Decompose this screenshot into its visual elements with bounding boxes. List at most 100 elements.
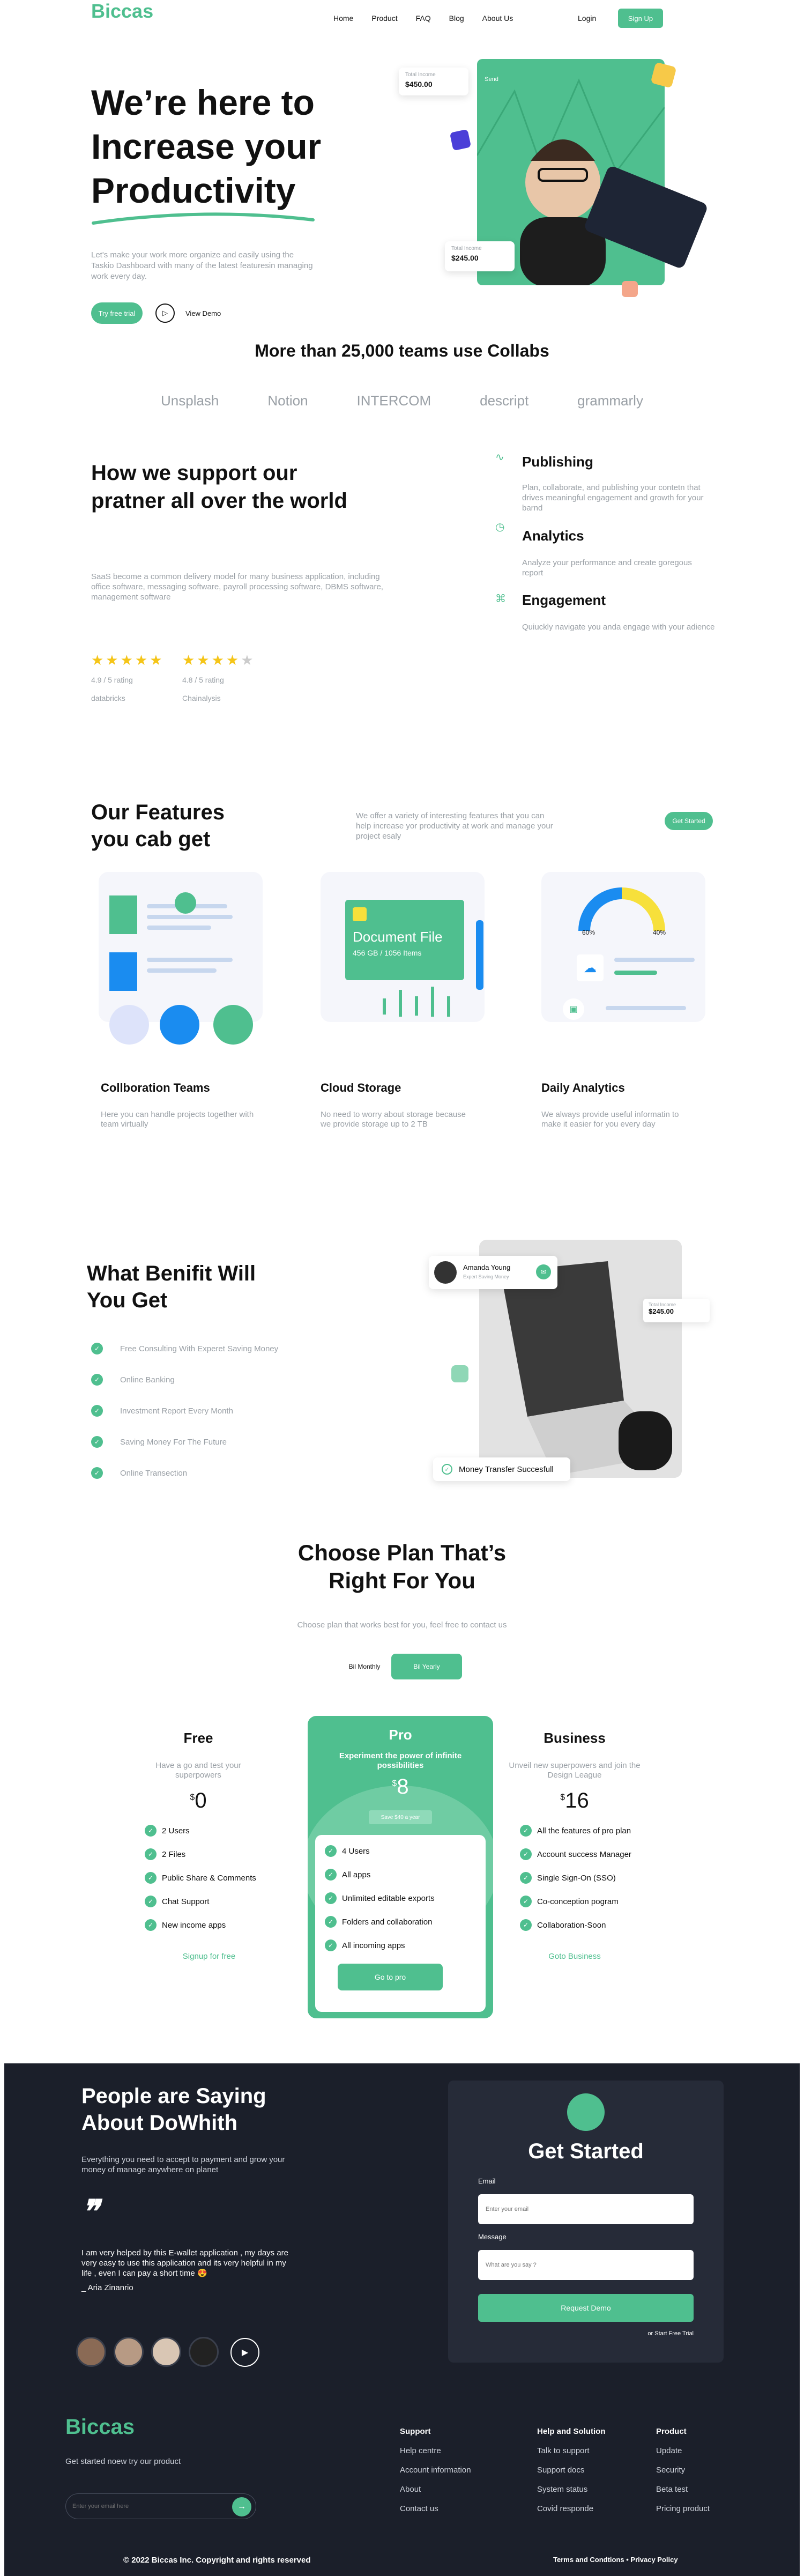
free-trial-link[interactable]: or Start Free Trial [609, 2330, 694, 2337]
nav-about[interactable]: About Us [482, 14, 513, 23]
user-subtitle: Expert Saving Money [463, 1274, 509, 1279]
check-icon: ✓ [145, 1896, 157, 1907]
rating-stars-1: ★★★★★ [91, 652, 165, 668]
quote-icon: ❞ [81, 2194, 99, 2230]
arrow-right-icon[interactable]: → [232, 2497, 251, 2516]
get-started-button[interactable]: Get Started [665, 812, 713, 830]
user-card: Amanda Young Expert Saving Money ✉ [429, 1256, 557, 1289]
pro-plan-card: Pro Experiment the power of infinite pos… [308, 1716, 493, 2018]
teams-title: More than 25,000 teams use Collabs [255, 341, 549, 360]
login-link[interactable]: Login [578, 14, 596, 23]
check-icon: ✓ [145, 1872, 157, 1884]
footer-email-input[interactable] [72, 2499, 212, 2513]
check-icon: ✓ [91, 1374, 103, 1386]
check-icon: ✓ [520, 1896, 532, 1907]
check-icon: ✓ [325, 1845, 337, 1857]
publishing-desc: Plan, collaborate, and publishing your c… [522, 483, 704, 513]
footer-link[interactable]: Account information [400, 2466, 471, 2485]
free-plan-features: ✓ 2 Users ✓ 2 Files ✓ Public Share & Commen… [145, 1819, 256, 1937]
email-input[interactable] [478, 2194, 694, 2224]
pro-plan-price: $8 [392, 1775, 409, 1798]
email-label: Email [478, 2177, 496, 2185]
gift-icon [622, 281, 638, 297]
toggle-monthly[interactable]: Bil Monthly [338, 1654, 391, 1679]
publishing-icon: ∿ [495, 451, 504, 463]
footer-link[interactable]: About [400, 2485, 471, 2504]
nav-product[interactable]: Product [371, 14, 397, 23]
pct-right: 40% [653, 929, 666, 936]
feature-card-storage: Document File 456 GB / 1056 Items [321, 872, 485, 1022]
nav-faq[interactable]: FAQ [416, 14, 431, 23]
footer-link[interactable]: Beta test [656, 2485, 710, 2504]
feature-3-title: Daily Analytics [541, 1081, 625, 1094]
feature-2-title: Cloud Storage [321, 1081, 401, 1094]
footer-link[interactable]: Covid responde [537, 2504, 606, 2523]
feature-card-collab [99, 872, 263, 1022]
play-icon[interactable]: ▷ [155, 304, 175, 323]
nav-blog[interactable]: Blog [449, 14, 464, 23]
check-icon: ✓ [325, 1869, 337, 1881]
benefit-item: ✓ Investment Report Every Month [91, 1395, 278, 1426]
check-icon: ✓ [325, 1892, 337, 1904]
view-demo-link[interactable]: View Demo [185, 309, 221, 317]
go-to-pro-button[interactable]: Go to pro [338, 1964, 443, 1990]
feature-card-analytics: 60% 40% ☁ ▣ [541, 872, 705, 1022]
benefit-list: ✓ Free Consulting With Experet Saving Mon… [91, 1333, 278, 1489]
next-arrow-icon[interactable]: ▶ [230, 2338, 259, 2367]
footer-col-support: Support Help centre Account information … [400, 2427, 471, 2523]
footer-link[interactable]: Pricing product [656, 2504, 710, 2523]
free-trial-button[interactable]: Try free trial [91, 302, 143, 324]
footer-logo[interactable]: Biccas [65, 2415, 135, 2439]
rating-stars-2: ★★★★★ [182, 652, 256, 668]
message-label: Message [478, 2233, 507, 2241]
benefit-item: ✓ Saving Money For The Future [91, 1426, 278, 1457]
request-demo-button[interactable]: Request Demo [478, 2294, 694, 2322]
legal-links[interactable]: Terms and Condtions • Privacy Policy [553, 2556, 678, 2564]
send-badge: Send [478, 73, 505, 86]
coins-icon [567, 2093, 605, 2131]
footer-tagline: Get started noew try our product [65, 2457, 181, 2466]
avatar[interactable] [151, 2337, 181, 2367]
get-started-panel: Get Started Email Message Request Demo o… [448, 2081, 724, 2363]
signup-button[interactable]: Sign Up [618, 9, 663, 28]
avatar[interactable] [76, 2337, 106, 2367]
analytics-title: Analytics [522, 528, 584, 544]
features-title: Our Features you cab get [91, 801, 225, 851]
pricing-title: Choose Plan That’s Right For You [297, 1540, 507, 1593]
check-icon: ✓ [91, 1405, 103, 1417]
grammarly-logo: grammarly [577, 393, 643, 409]
business-plan-desc: Unveil new superpowers and join the Desi… [509, 1761, 641, 1780]
check-icon: ✓ [91, 1467, 103, 1479]
business-link[interactable]: Goto Business [500, 1952, 650, 1961]
message-icon[interactable]: ✉ [536, 1264, 551, 1279]
check-icon: ✓ [145, 1825, 157, 1837]
footer-link[interactable]: Update [656, 2446, 710, 2466]
free-signup-link[interactable]: Signup for free [145, 1952, 273, 1961]
avatar[interactable] [114, 2337, 144, 2367]
nav-home[interactable]: Home [333, 14, 353, 23]
footer-link[interactable]: Help centre [400, 2446, 471, 2466]
footer-link[interactable]: Security [656, 2466, 710, 2485]
toggle-yearly[interactable]: Bil Yearly [391, 1654, 462, 1679]
avatar[interactable] [189, 2337, 219, 2367]
message-input[interactable] [478, 2250, 694, 2280]
free-plan-price: $0 [190, 1789, 207, 1812]
income-card: Total Income $245.00 [643, 1299, 710, 1322]
income-card-2: Total Income $245.00 [445, 241, 515, 271]
brand-logo[interactable]: Biccas [91, 0, 153, 23]
analytics-icon: ◷ [495, 521, 505, 533]
main-nav: Home Product FAQ Blog About Us [333, 14, 513, 23]
footer-email-field: → [65, 2493, 256, 2519]
check-icon: ✓ [145, 1848, 157, 1860]
success-icon: ✓ [442, 1464, 452, 1475]
footer-link[interactable]: Talk to support [537, 2446, 606, 2466]
testimonial-title: People are Saying About DoWhith [81, 2084, 266, 2135]
footer-link[interactable]: System status [537, 2485, 606, 2504]
rating-2: 4.8 / 5 rating [182, 676, 224, 684]
engagement-title: Engagement [522, 592, 606, 608]
footer-link[interactable]: Support docs [537, 2466, 606, 2485]
cloud-icon: ☁ [577, 954, 604, 981]
footer-link[interactable]: Contact us [400, 2504, 471, 2523]
testimonial-quote: I am very helped by this E-wallet applic… [81, 2248, 289, 2278]
collab-circle-2 [160, 1005, 199, 1045]
